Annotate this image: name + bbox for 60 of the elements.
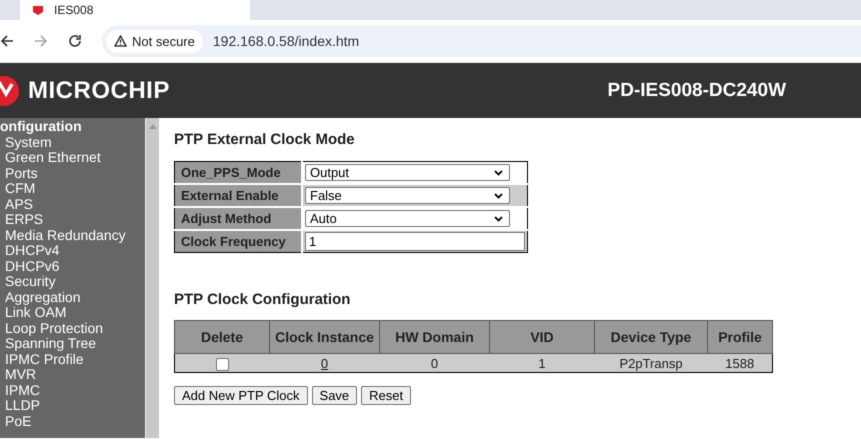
logo-icon bbox=[0, 76, 22, 106]
reload-icon[interactable] bbox=[68, 34, 82, 48]
dropdown[interactable]: Auto bbox=[305, 210, 510, 227]
sidebar-item[interactable]: IPMC Profile bbox=[0, 352, 145, 367]
sidebar-item[interactable]: LLDP bbox=[0, 398, 145, 414]
sidebar-item[interactable]: System bbox=[0, 134, 145, 150]
sidebar-item[interactable]: MVR bbox=[0, 367, 145, 382]
sidebar-item[interactable]: Aggregation bbox=[0, 290, 145, 305]
sidebar-item[interactable]: Media Redundancy bbox=[0, 228, 145, 243]
table-cell: 0 bbox=[430, 356, 438, 370]
field-label: Adjust Method bbox=[174, 207, 302, 230]
section-title: PTP External Clock Mode bbox=[174, 131, 356, 148]
sidebar-item[interactable]: Security bbox=[0, 274, 145, 290]
section-title: PTP Clock Configuration bbox=[174, 291, 352, 308]
field-label: Clock Frequency bbox=[174, 230, 302, 252]
chevron-icon bbox=[494, 192, 503, 198]
sidebar-item[interactable]: DHCPv6 bbox=[0, 258, 145, 274]
browser-tab[interactable]: IES008 bbox=[20, 0, 250, 20]
column-header: Device Type bbox=[594, 320, 708, 354]
logo-text: MICROCHIP bbox=[28, 76, 170, 104]
logo-icon bbox=[32, 4, 44, 16]
chevron-icon bbox=[494, 170, 503, 176]
chevron-icon bbox=[494, 216, 503, 222]
column-header: HW Domain bbox=[380, 320, 490, 354]
column-header: Delete bbox=[174, 320, 270, 354]
clock-instance-link[interactable]: 0 bbox=[320, 356, 328, 370]
warning-icon bbox=[114, 35, 127, 47]
sidebar-item[interactable]: Spanning Tree bbox=[0, 336, 145, 352]
sidebar-item[interactable]: Link OAM bbox=[0, 305, 145, 320]
field-label: One_PPS_Mode bbox=[174, 162, 302, 184]
sidebar-item[interactable]: ERPS bbox=[0, 212, 145, 228]
column-header: Profile bbox=[708, 320, 772, 354]
sidebar-item[interactable]: DHCPv4 bbox=[0, 243, 145, 258]
sidebar-item[interactable]: PoE bbox=[0, 414, 145, 429]
field-label: External Enable bbox=[174, 184, 302, 207]
table-cell: P2pTransp bbox=[619, 356, 683, 370]
security-chip[interactable]: Not secure bbox=[106, 30, 203, 52]
column-header: VID bbox=[490, 320, 594, 354]
action-button[interactable]: Reset bbox=[361, 386, 412, 405]
sidebar-heading[interactable]: onfiguration bbox=[0, 119, 145, 134]
input-field[interactable]: 1 bbox=[305, 232, 525, 251]
sidebar-item[interactable]: CFM bbox=[0, 181, 145, 196]
sidebar-item[interactable]: Green Ethernet bbox=[0, 150, 145, 166]
sidebar-item[interactable]: APS bbox=[0, 196, 145, 212]
sidebar-item[interactable]: Loop Protection bbox=[0, 320, 145, 336]
device-name: PD-IES008-DC240W bbox=[608, 80, 786, 102]
action-button[interactable]: Add New PTP Clock bbox=[174, 386, 308, 405]
sidebar-item[interactable]: IPMC bbox=[0, 382, 145, 398]
address-bar[interactable]: Not secure 192.168.0.58/index.htm bbox=[102, 25, 861, 57]
forward-icon[interactable] bbox=[34, 34, 48, 48]
back-icon[interactable] bbox=[0, 34, 14, 48]
dropdown[interactable]: False bbox=[305, 187, 510, 204]
checkbox[interactable] bbox=[216, 358, 229, 371]
scrollbar[interactable] bbox=[145, 118, 159, 438]
column-header: Clock Instance bbox=[270, 320, 380, 354]
table-cell: 1588 bbox=[725, 356, 754, 370]
dropdown[interactable]: Output bbox=[305, 164, 510, 181]
table-cell: 1 bbox=[538, 356, 546, 370]
action-button[interactable]: Save bbox=[312, 386, 358, 405]
sidebar-item[interactable]: Ports bbox=[0, 166, 145, 181]
